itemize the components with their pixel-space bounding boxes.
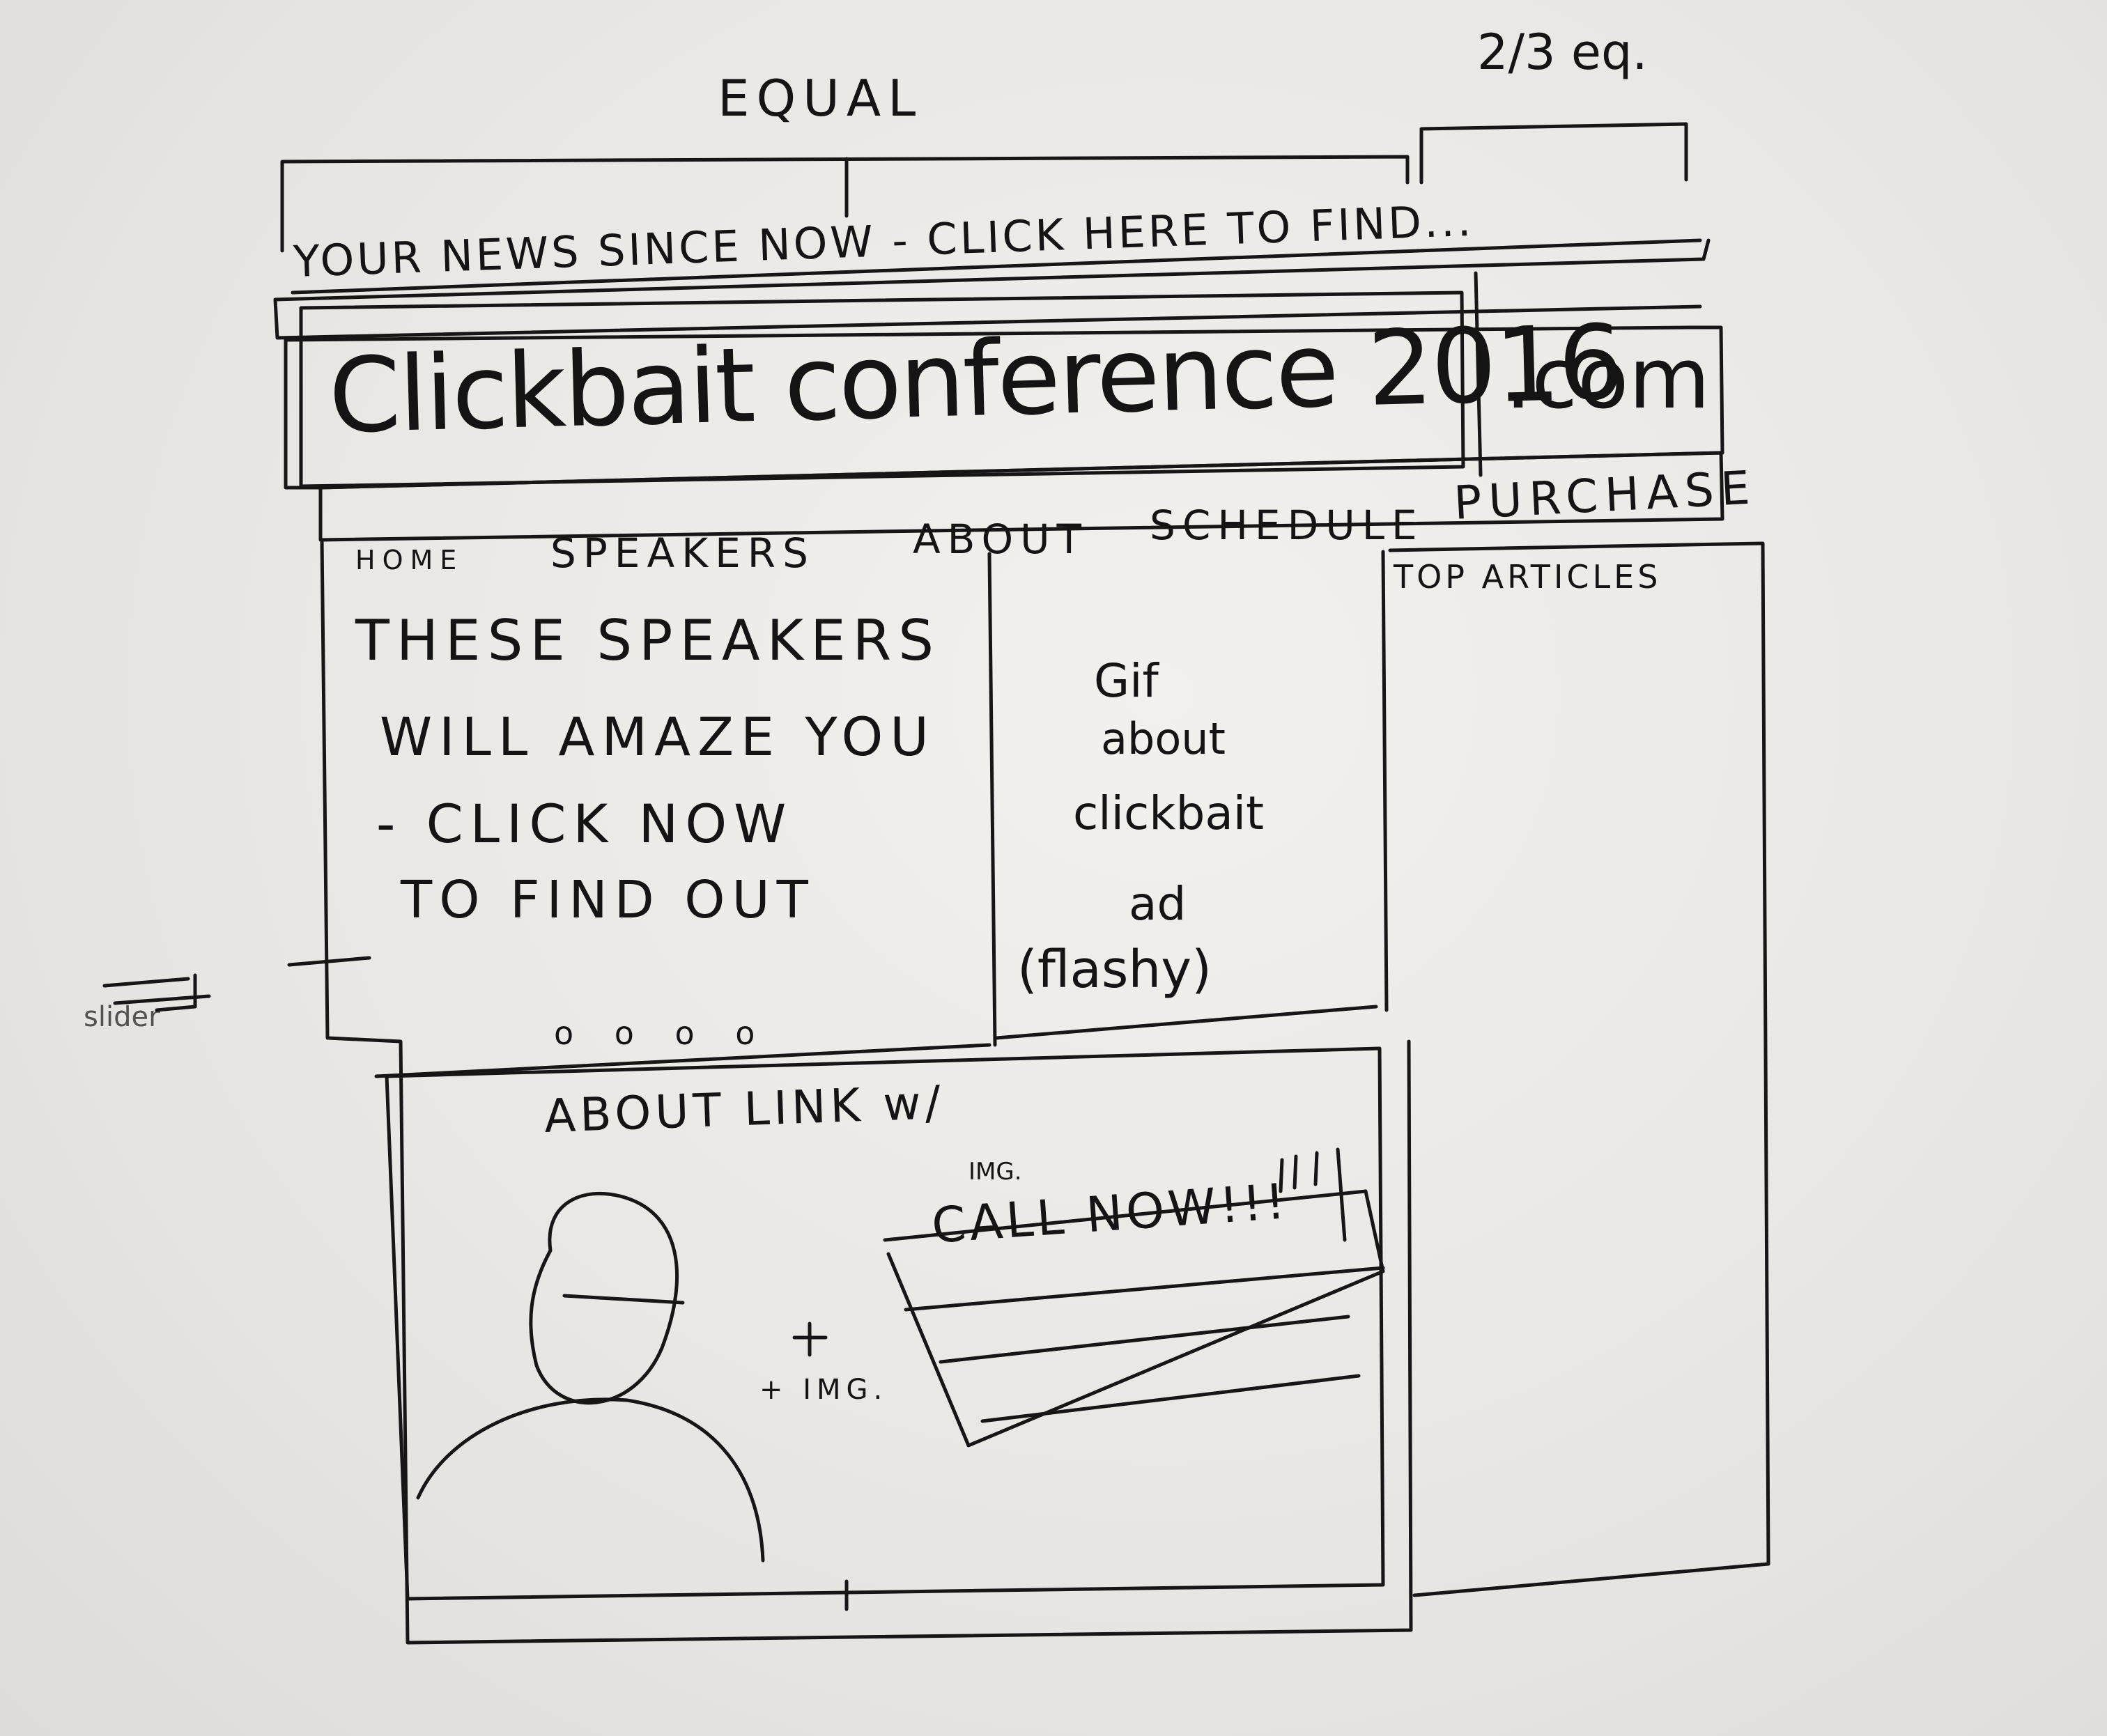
hero-line-3: - CLICK NOW [376, 793, 794, 855]
hero-line-1: THESE SPEAKERS [355, 608, 941, 673]
person-visor [562, 1294, 685, 1305]
ad-bottom-line [994, 1005, 1378, 1040]
nav-item-about[interactable]: ABOUT [913, 519, 1088, 559]
ad-line-3: clickbait [1073, 786, 1265, 840]
about-heading[interactable]: ABOUT LINK w/ [543, 1076, 946, 1143]
top-articles-heading: TOP ARTICLES [1394, 558, 1662, 596]
ad-line-4: ad [1129, 877, 1187, 931]
hero-line-2: WILL AMAZE YOU [380, 706, 936, 768]
slider-dots[interactable]: o o o o [554, 1017, 770, 1049]
nav-item-speakers[interactable]: SPEAKERS [550, 533, 815, 573]
ad-line-2: about [1101, 713, 1226, 764]
slider-pointer-line [287, 956, 371, 967]
call-card-divider [904, 1266, 1385, 1312]
ad-line-1: Gif [1094, 654, 1159, 708]
sidebar-column [1388, 541, 1770, 1597]
hero-ad-divider [987, 552, 997, 1047]
call-card-line-2 [980, 1374, 1361, 1423]
hero-line-4: TO FIND OUT [401, 870, 815, 930]
domain-suffix: .com [1505, 331, 1711, 428]
ad-sidebar-divider [1381, 550, 1389, 1012]
ad-line-5: (flashy) [1017, 940, 1212, 1000]
plus-img-label: + IMG. [759, 1374, 888, 1406]
equal-annotation: EQUAL [718, 69, 923, 127]
two-thirds-bracket [1419, 122, 1688, 185]
two-thirds-annotation: 2/3 eq. [1477, 24, 1648, 81]
nav-item-schedule[interactable]: SCHEDULE [1150, 505, 1424, 545]
img-label: IMG. [968, 1158, 1022, 1186]
site-logo[interactable]: Clickbait conference 2016 [327, 302, 1623, 456]
person-shoulders [416, 1397, 765, 1563]
call-card-line-1 [939, 1315, 1350, 1364]
slider-annotation: slider [84, 1001, 160, 1033]
plus-sign [792, 1322, 828, 1357]
nav-item-home[interactable]: HOME [355, 547, 463, 573]
